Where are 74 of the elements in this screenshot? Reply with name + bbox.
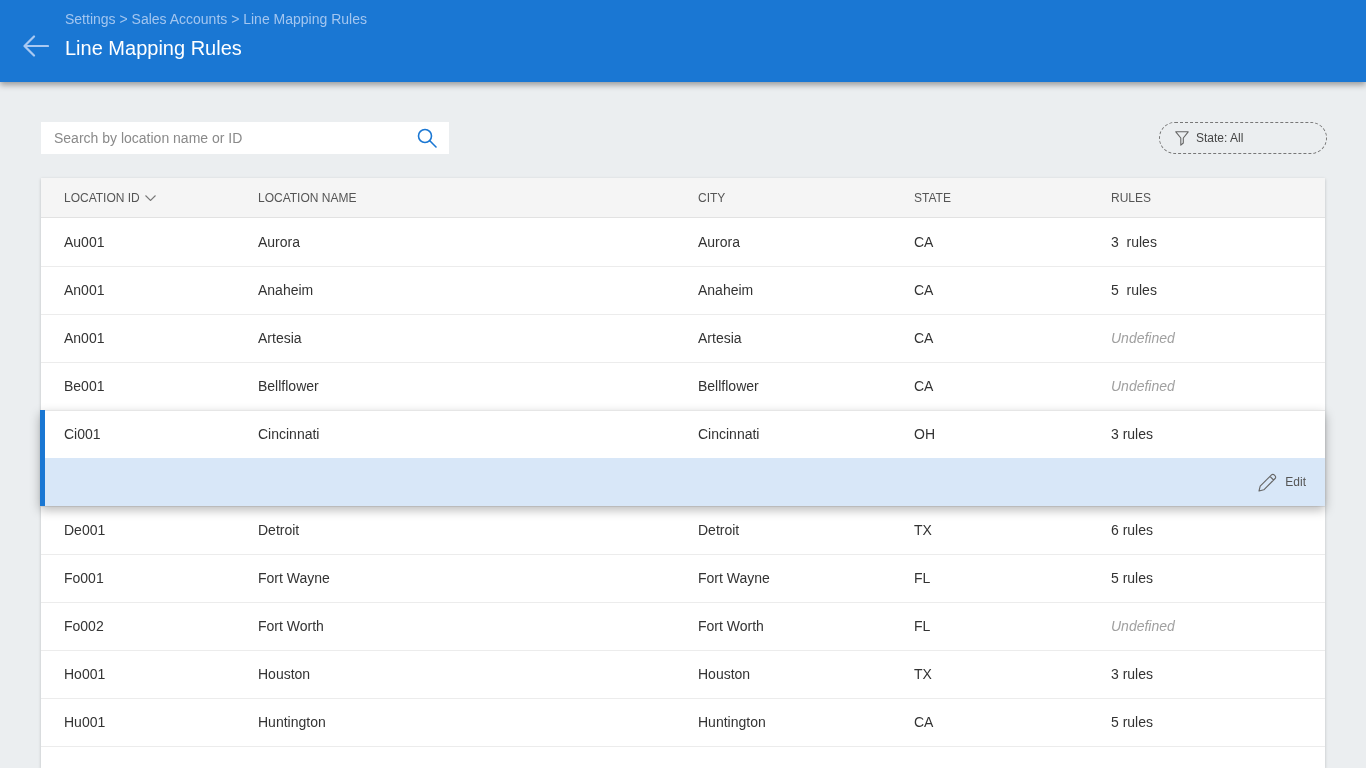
table-cell-text: Anaheim [258,281,314,300]
table-cell-text: Bellflower [258,377,319,396]
table-cell-text: FL [914,617,931,636]
table-cell-text: CA [914,232,934,252]
table-cell-text: FL [914,569,931,588]
table-cell-text: Fort Wayne [698,569,770,588]
search-icon[interactable] [417,128,437,148]
table-cell-text: Ci001 [64,425,101,444]
table-cell-text: Ho001 [64,665,106,684]
table-row[interactable]: Au001 Aurora Aurora CA 3 rules [41,218,1325,266]
table-cell-text: Fort Wayne [258,569,330,588]
table-row[interactable]: Hu001 Huntington Huntington CA 5 rules [41,698,1325,746]
table-cell-text: CA [914,377,934,396]
table-cell-text: Detroit [698,521,740,540]
table-cell-text: Undefined [1111,377,1175,396]
table-cell-text: Houston [698,665,751,684]
table-cell-text: 3 rules [1111,232,1157,252]
table-cell-text: 5 rules [1111,713,1154,732]
table-cell-text: Undefined [1111,617,1175,636]
table-cell-text: Artesia [698,329,742,348]
table-cell-text: Hu001 [64,713,106,732]
pencil-icon [1258,472,1278,492]
table-cell-text: Be001 [64,377,105,396]
column-header[interactable]: STATE [914,188,951,207]
table-cell-text: Detroit [258,521,300,540]
table-cell-text: Fo002 [64,617,104,636]
table-cell-text: OH [914,425,935,444]
table-cell-text: Bellflower [698,377,759,396]
table-cell-text: Cincinnati [698,425,760,444]
table-cell-text: 3 rules [1111,425,1154,444]
table-cell-text: Fort Worth [258,617,324,636]
column-header[interactable]: RULES [1111,188,1151,207]
search-field[interactable]: Search by location name or ID [41,122,449,154]
table-row[interactable]: An001 Anaheim Anaheim CA 5 rules [41,266,1325,314]
column-header[interactable]: LOCATION ID [64,188,140,207]
table-row[interactable]: Be001 Bellflower Bellflower CA Undefined [41,362,1325,410]
table-cell-text: CA [914,329,934,348]
table-cell-text: An001 [64,281,105,300]
table-cell-text: 3 rules [1111,665,1154,684]
table-cell-text: TX [914,521,932,540]
back-button[interactable] [22,33,50,59]
table-row[interactable]: Fo002 Fort Worth Fort Worth FL Undefined [41,602,1325,650]
edit-button[interactable]: Edit [1258,472,1306,492]
table-cell-text: Artesia [258,329,302,348]
table-cell-text: Fort Worth [698,617,764,636]
table-row[interactable]: An001 Artesia Artesia CA Undefined [41,314,1325,362]
table-cell-text: Fo001 [64,569,104,588]
table-row[interactable]: Ho001 Houston Houston TX 3 rules [41,650,1325,698]
table-cell-text: TX [914,665,932,684]
table-cell-text: Houston [258,665,311,684]
table-cell-text: CA [914,281,934,300]
table-cell-text: Huntington [698,713,766,732]
table-cell-text: De001 [64,521,106,540]
table-cell-text: Cincinnati [258,425,320,444]
filter-funnel-icon [1175,130,1189,146]
selected-row[interactable]: Ci001 Cincinnati Cincinnati OH 3 rules Edit [40,410,1325,506]
column-header[interactable]: CITY [698,188,726,207]
table-cell-text: Aurora [698,232,741,252]
table-cell-text: Aurora [258,232,301,252]
table-cell-text: Anaheim [698,281,754,300]
page-title: Line Mapping Rules [65,36,243,60]
sort-chevron-icon[interactable] [144,194,156,201]
table-cell-text: CA [914,713,934,732]
table-row[interactable]: De001 Detroit Detroit TX 6 rules [41,506,1325,554]
table-cell-text: 5 rules [1111,281,1157,300]
table-cell-text: Au001 [64,232,105,252]
column-header[interactable]: LOCATION NAME [258,188,357,207]
table-cell-text: 6 rules [1111,521,1154,540]
table-cell-text: An001 [64,329,105,348]
table-cell-text: 5 rules [1111,569,1154,588]
table-cell-text: Huntington [258,713,326,732]
table-cell-text: Undefined [1111,329,1175,348]
back-arrow-icon [23,35,49,57]
table-row[interactable]: Fo001 Fort Wayne Fort Wayne FL 5 rules [41,554,1325,602]
